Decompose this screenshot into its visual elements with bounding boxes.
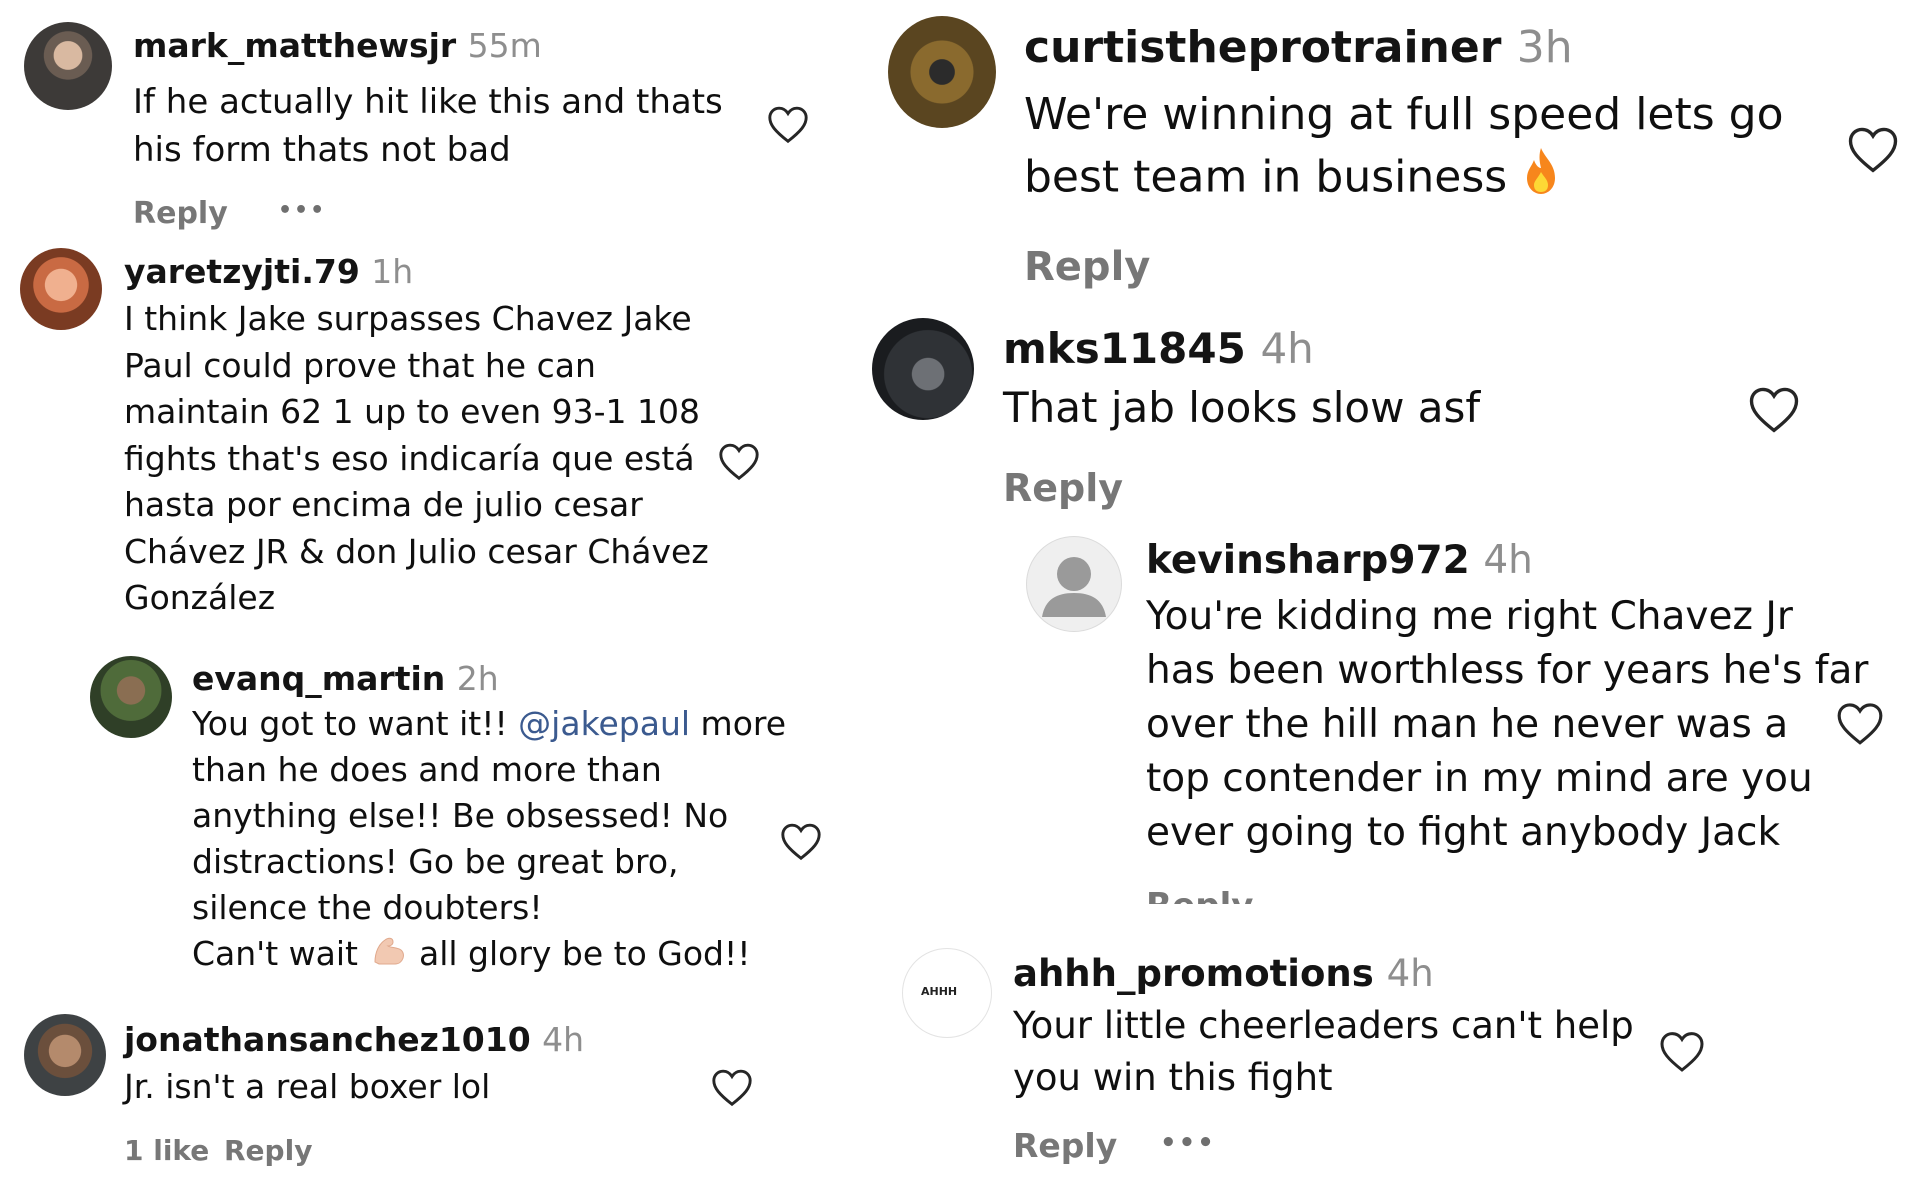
comment-text: I think Jake surpasses Chavez Jake Paul …: [124, 299, 709, 617]
comment-text: We're winning at full speed lets go best…: [1024, 84, 1784, 213]
reply-button-clipped[interactable]: Reply: [1146, 886, 1346, 904]
reply-button[interactable]: Reply: [133, 196, 228, 231]
reply-button[interactable]: Reply: [1013, 1126, 1117, 1165]
comment-timestamp: 4h: [1483, 538, 1533, 583]
avatar[interactable]: [90, 656, 172, 738]
flexed-biceps-emoji-icon: [369, 932, 409, 980]
comment-username[interactable]: mks11845 4h: [1003, 324, 1314, 373]
avatar[interactable]: [24, 22, 112, 110]
reply-button[interactable]: Reply: [224, 1134, 312, 1167]
avatar[interactable]: [20, 248, 102, 330]
comment-timestamp: 4h: [1260, 324, 1314, 373]
like-heart-icon[interactable]: [1846, 124, 1900, 174]
like-heart-icon[interactable]: [717, 441, 761, 481]
reply-button[interactable]: Reply: [1003, 466, 1123, 510]
comment-username[interactable]: kevinsharp972 4h: [1146, 538, 1533, 583]
more-options-button[interactable]: •••: [278, 198, 326, 223]
comment-username[interactable]: jonathansanchez1010 4h: [124, 1020, 584, 1059]
mention-link[interactable]: @jakepaul: [518, 704, 690, 743]
comment-text: If he actually hit like this and thats h…: [133, 82, 723, 170]
comment-username[interactable]: curtistheprotrainer 3h: [1024, 22, 1573, 73]
like-heart-icon[interactable]: [1747, 384, 1801, 434]
reply-button[interactable]: Reply: [1024, 244, 1150, 290]
avatar-logo-text: AHHH: [921, 985, 958, 998]
comment-text: You're kidding me right Chavez Jr has be…: [1146, 594, 1869, 855]
comment-timestamp: 55m: [467, 26, 542, 65]
more-options-button[interactable]: •••: [1160, 1128, 1216, 1158]
comment-username[interactable]: yaretzyjti.79 1h: [124, 252, 413, 291]
comment-username[interactable]: mark_matthewsjr 55m: [133, 26, 542, 65]
avatar[interactable]: [872, 318, 974, 420]
avatar[interactable]: [888, 16, 996, 128]
like-heart-icon[interactable]: [766, 104, 810, 144]
comment-text: Jr. isn't a real boxer lol: [124, 1067, 491, 1106]
avatar[interactable]: [24, 1014, 106, 1096]
comment-username[interactable]: evanq_martin 2h: [192, 659, 499, 698]
comment-timestamp: 4h: [542, 1020, 585, 1059]
comment-timestamp: 3h: [1516, 22, 1573, 73]
comment-timestamp: 1h: [371, 252, 414, 291]
comment-username[interactable]: ahhh_promotions 4h: [1013, 952, 1434, 995]
fire-emoji-icon: [1521, 146, 1561, 213]
comment-text: Your little cheerleaders can't help you …: [1013, 1004, 1634, 1099]
comment-timestamp: 4h: [1386, 952, 1434, 995]
comment-text: That jab looks slow asf: [1003, 383, 1481, 432]
like-heart-icon[interactable]: [1658, 1029, 1706, 1073]
like-heart-icon[interactable]: [779, 821, 823, 861]
reply-label: Reply: [1146, 886, 1253, 904]
like-heart-icon[interactable]: [1835, 700, 1885, 746]
comment-timestamp: 2h: [456, 659, 499, 698]
avatar[interactable]: AHHH: [902, 948, 992, 1038]
comment-text: You got to want it!! @jakepaul more than…: [192, 701, 786, 980]
default-user-icon[interactable]: [1026, 536, 1122, 632]
like-heart-icon[interactable]: [710, 1067, 754, 1107]
like-count[interactable]: 1 like: [124, 1134, 209, 1167]
